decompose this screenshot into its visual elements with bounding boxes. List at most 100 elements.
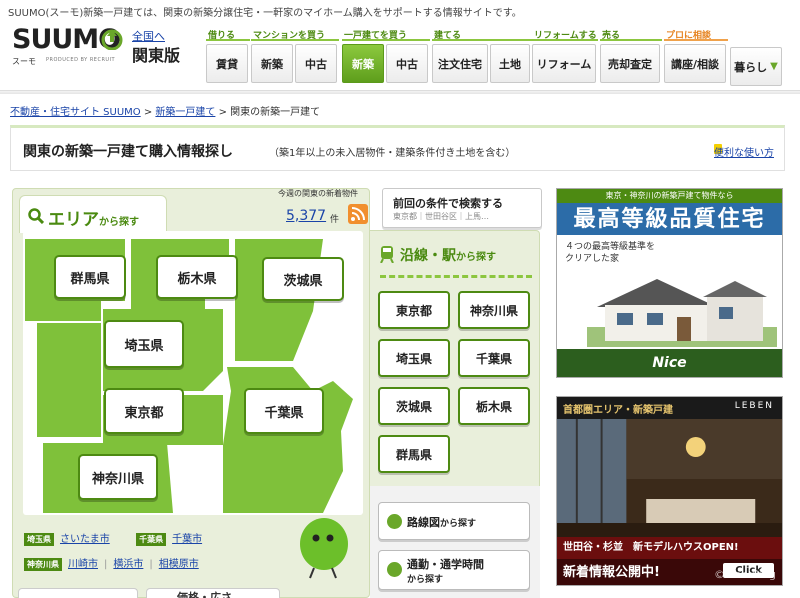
nav-group-mansion: マンションを買う 新築 中古 bbox=[251, 28, 339, 83]
pref-chiba-button[interactable]: 千葉県 bbox=[244, 388, 324, 434]
ad2-top: 首都圏エリア・新築戸建 LEBEN bbox=[557, 397, 782, 419]
nav-group-consult: プロに相談 講座/相談 bbox=[664, 28, 728, 83]
nav-group-house: 一戸建てを買う 新築 中古 bbox=[342, 28, 430, 83]
line-pref-tochigi-button[interactable]: 栃木県 bbox=[458, 387, 530, 425]
price-area-button[interactable]: 価格・広さ bbox=[146, 588, 280, 598]
site-tagline: SUUMO(スーモ)新築一戸建ては、関東の新築分譲住宅・一軒家のマイホーム購入を… bbox=[8, 8, 522, 19]
city-links-row-1: 埼玉県 さいたま市 千葉県 千葉市 bbox=[24, 530, 208, 546]
ad2-brand: LEBEN bbox=[734, 401, 774, 411]
yokohama-city-link[interactable]: 横浜市 bbox=[113, 559, 143, 570]
route-map-label: 路線図から探す bbox=[407, 516, 477, 529]
nav-sell-assessment-button[interactable]: 売却査定 bbox=[600, 44, 660, 83]
nav-mansion-new-button[interactable]: 新築 bbox=[251, 44, 293, 83]
pref-tag-saitama: 埼玉県 bbox=[24, 533, 54, 546]
new-count-link[interactable]: 5,377 bbox=[286, 208, 326, 224]
nav-rent-button[interactable]: 賃貸 bbox=[206, 44, 248, 83]
clock-icon bbox=[387, 562, 402, 577]
rss-icon[interactable] bbox=[348, 204, 368, 224]
nav-group-label: 借りる bbox=[206, 28, 250, 41]
pref-tokyo-button[interactable]: 東京都 bbox=[104, 388, 184, 434]
previous-search-button[interactable]: 前回の条件で検索する 東京都｜世田谷区｜上馬… bbox=[382, 188, 542, 228]
commute-time-label: 通勤・通学時間 から探す bbox=[407, 558, 484, 585]
header-separator bbox=[0, 90, 800, 94]
page-title: 関東の新築一戸建て購入情報探し bbox=[23, 144, 233, 160]
nav-group-label: プロに相談 bbox=[664, 28, 728, 41]
breadcrumb-home-link[interactable]: 不動産・住宅サイト SUUMO bbox=[10, 107, 141, 118]
page-title-bar: 関東の新築一戸建て購入情報探し （築1年以上の未入居物件・建築条件付き土地を含む… bbox=[10, 125, 785, 171]
line-pref-tokyo-button[interactable]: 東京都 bbox=[378, 291, 450, 329]
nav-consult-button[interactable]: 講座/相談 bbox=[664, 44, 726, 83]
breadcrumb: 不動産・住宅サイト SUUMO > 新築一戸建て > 関東の新築一戸建て bbox=[10, 103, 320, 118]
breadcrumb-mid-link[interactable]: 新築一戸建て bbox=[155, 107, 215, 118]
breadcrumb-sep: > bbox=[218, 107, 231, 118]
nav-custom-house-button[interactable]: 注文住宅 bbox=[432, 44, 488, 83]
line-extra-search: 路線図から探す 通勤・通学時間 から探す bbox=[370, 486, 540, 598]
nav-group-label: 建てる bbox=[432, 28, 532, 41]
breadcrumb-current: 関東の新築一戸建て bbox=[230, 107, 321, 118]
pref-tag-kanagawa: 神奈川県 bbox=[24, 558, 62, 571]
ad1-top-text: 東京・神奈川の新築戸建て物件なら bbox=[557, 189, 782, 203]
line-pref-saitama-button[interactable]: 埼玉県 bbox=[378, 339, 450, 377]
nav-mansion-used-button[interactable]: 中古 bbox=[295, 44, 337, 83]
nav-group-build: 建てる 注文住宅 土地 bbox=[432, 28, 532, 83]
line-pref-gunma-button[interactable]: 群馬県 bbox=[378, 435, 450, 473]
bottom-partial-button-1[interactable] bbox=[18, 588, 138, 598]
region-name: 関東版 bbox=[132, 46, 181, 65]
ad-banner-leben[interactable]: 首都圏エリア・新築戸建 LEBEN 世田谷・杉並 新モデルハウスOPEN! 新着… bbox=[556, 396, 783, 586]
line-pref-chiba-button[interactable]: 千葉県 bbox=[458, 339, 530, 377]
pref-tag-chiba: 千葉県 bbox=[136, 533, 167, 546]
nav-group-label: 売る bbox=[600, 28, 662, 41]
pref-saitama-button[interactable]: 埼玉県 bbox=[104, 320, 184, 368]
nav-group-life: 暮らし ▼ bbox=[730, 44, 784, 86]
house-illustration bbox=[587, 279, 777, 347]
line-pref-kanagawa-button[interactable]: 神奈川県 bbox=[458, 291, 530, 329]
nav-reform-button[interactable]: リフォーム bbox=[532, 44, 596, 83]
train-icon bbox=[380, 246, 394, 263]
chiba-city-link[interactable]: 千葉市 bbox=[172, 534, 202, 545]
line-search-panel: 沿線・駅から探す 東京都 神奈川県 埼玉県 千葉県 茨城県 栃木県 群馬県 路線… bbox=[370, 230, 540, 598]
new-count-unit: 件 bbox=[330, 215, 340, 225]
line-search-title: 沿線・駅から探す bbox=[400, 248, 496, 264]
pref-gunma-button[interactable]: 群馬県 bbox=[54, 255, 126, 299]
nav-group-label: マンションを買う bbox=[251, 28, 339, 41]
nav-life-label: 暮らし bbox=[734, 60, 768, 74]
line-divider bbox=[380, 275, 532, 278]
area-search-tab: エリアから探す bbox=[19, 195, 167, 233]
pref-tochigi-button[interactable]: 栃木県 bbox=[156, 255, 238, 299]
ad1-headline: 最高等級品質住宅 bbox=[557, 203, 782, 235]
nav-life-button[interactable]: 暮らし ▼ bbox=[730, 47, 782, 86]
pref-kanagawa-button[interactable]: 神奈川県 bbox=[78, 454, 158, 500]
nav-house-new-button[interactable]: 新築 bbox=[342, 44, 384, 83]
ad2-line1: 世田谷・杉並 新モデルハウスOPEN! bbox=[557, 537, 782, 559]
new-count-label: 今週の関東の新着物件 bbox=[278, 189, 358, 198]
sagamihara-city-link[interactable]: 相模原市 bbox=[159, 559, 199, 570]
breadcrumb-sep: > bbox=[143, 107, 156, 118]
nav-house-used-button[interactable]: 中古 bbox=[386, 44, 428, 83]
guide-link[interactable]: 便利な使い方 bbox=[714, 144, 774, 159]
logo-arrow-icon bbox=[101, 29, 123, 50]
nav-land-button[interactable]: 土地 bbox=[490, 44, 530, 83]
suumo-mascot-icon bbox=[300, 518, 348, 579]
suumo-logo[interactable]: SUUMO スーモ PRODUCED BY RECRUIT bbox=[12, 26, 124, 66]
new-listing-count: 今週の関東の新着物件 5,377 件 bbox=[278, 188, 370, 225]
city-links-row-2: 神奈川県 川崎市 | 横浜市 | 相模原市 bbox=[24, 555, 205, 571]
saitama-city-link[interactable]: さいたま市 bbox=[60, 534, 110, 545]
link-separator: | bbox=[104, 559, 108, 570]
pref-ibaraki-button[interactable]: 茨城県 bbox=[262, 257, 344, 301]
ad1-brand: Nice bbox=[557, 349, 782, 377]
page-subtitle: （築1年以上の未入居物件・建築条件付き土地を含む） bbox=[269, 148, 516, 159]
nav-group-sell: 売る 売却査定 bbox=[600, 28, 662, 83]
route-map-button[interactable]: 路線図から探す bbox=[378, 502, 530, 540]
logo-sub: スーモ bbox=[12, 57, 36, 66]
caret-down-icon: ▼ bbox=[770, 61, 778, 72]
ad1-sub2: クリアした家 bbox=[565, 254, 620, 264]
route-map-icon bbox=[387, 514, 402, 529]
ad-banner-nice[interactable]: 東京・神奈川の新築戸建て物件なら 最高等級品質住宅 ４つの最高等級基準を クリア… bbox=[556, 188, 783, 378]
line-pref-ibaraki-button[interactable]: 茨城県 bbox=[378, 387, 450, 425]
nav-group-label: リフォームする bbox=[532, 28, 598, 41]
nav-group-label: 一戸建てを買う bbox=[342, 28, 430, 41]
kawasaki-city-link[interactable]: 川崎市 bbox=[68, 559, 98, 570]
previous-search-title: 前回の条件で検索する bbox=[393, 197, 503, 210]
commute-time-button[interactable]: 通勤・通学時間 から探す bbox=[378, 550, 530, 590]
logo-recruit: PRODUCED BY RECRUIT bbox=[46, 57, 116, 63]
